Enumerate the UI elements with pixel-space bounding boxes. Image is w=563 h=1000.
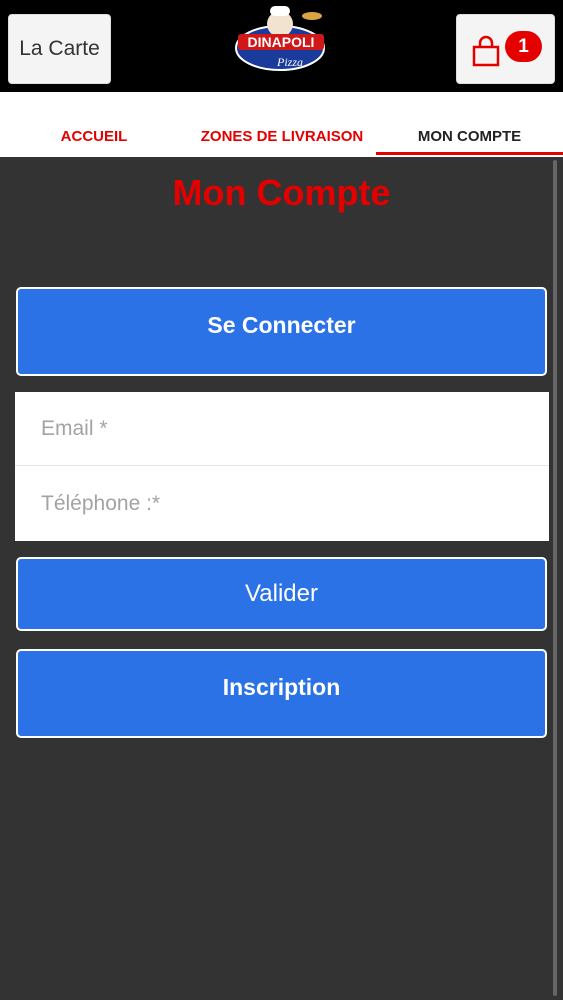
dinapoli-logo[interactable]: DINAPOLI Pizza xyxy=(232,4,332,76)
nav-tabs: ACCUEIL ZONES DE LIVRAISON MON COMPTE xyxy=(0,92,563,157)
phone-field[interactable]: Téléphone :* xyxy=(15,467,549,541)
cart-count-badge: 1 xyxy=(505,31,542,62)
se-connecter-button[interactable]: Se Connecter xyxy=(16,287,547,376)
email-field[interactable]: Email * xyxy=(15,392,549,466)
tab-zones-de-livraison[interactable]: ZONES DE LIVRAISON xyxy=(190,128,374,145)
brand-sub: Pizza xyxy=(276,55,303,69)
page-title: Mon Compte xyxy=(172,172,391,213)
inscription-button[interactable]: Inscription xyxy=(16,649,547,738)
tab-accueil[interactable]: ACCUEIL xyxy=(36,128,152,145)
brand-name: DINAPOLI xyxy=(248,34,315,50)
scrollbar[interactable] xyxy=(553,160,557,996)
cart-button[interactable]: 1 xyxy=(456,14,555,84)
shopping-bag-icon xyxy=(472,35,500,67)
valider-button[interactable]: Valider xyxy=(16,557,547,631)
la-carte-button[interactable]: La Carte xyxy=(8,14,111,84)
top-bar: La Carte DINAPOLI Pizza 1 xyxy=(0,0,563,92)
tab-mon-compte[interactable]: MON COMPTE xyxy=(376,128,563,145)
login-form: Email * Téléphone :* xyxy=(15,392,549,541)
active-tab-indicator xyxy=(376,152,563,155)
